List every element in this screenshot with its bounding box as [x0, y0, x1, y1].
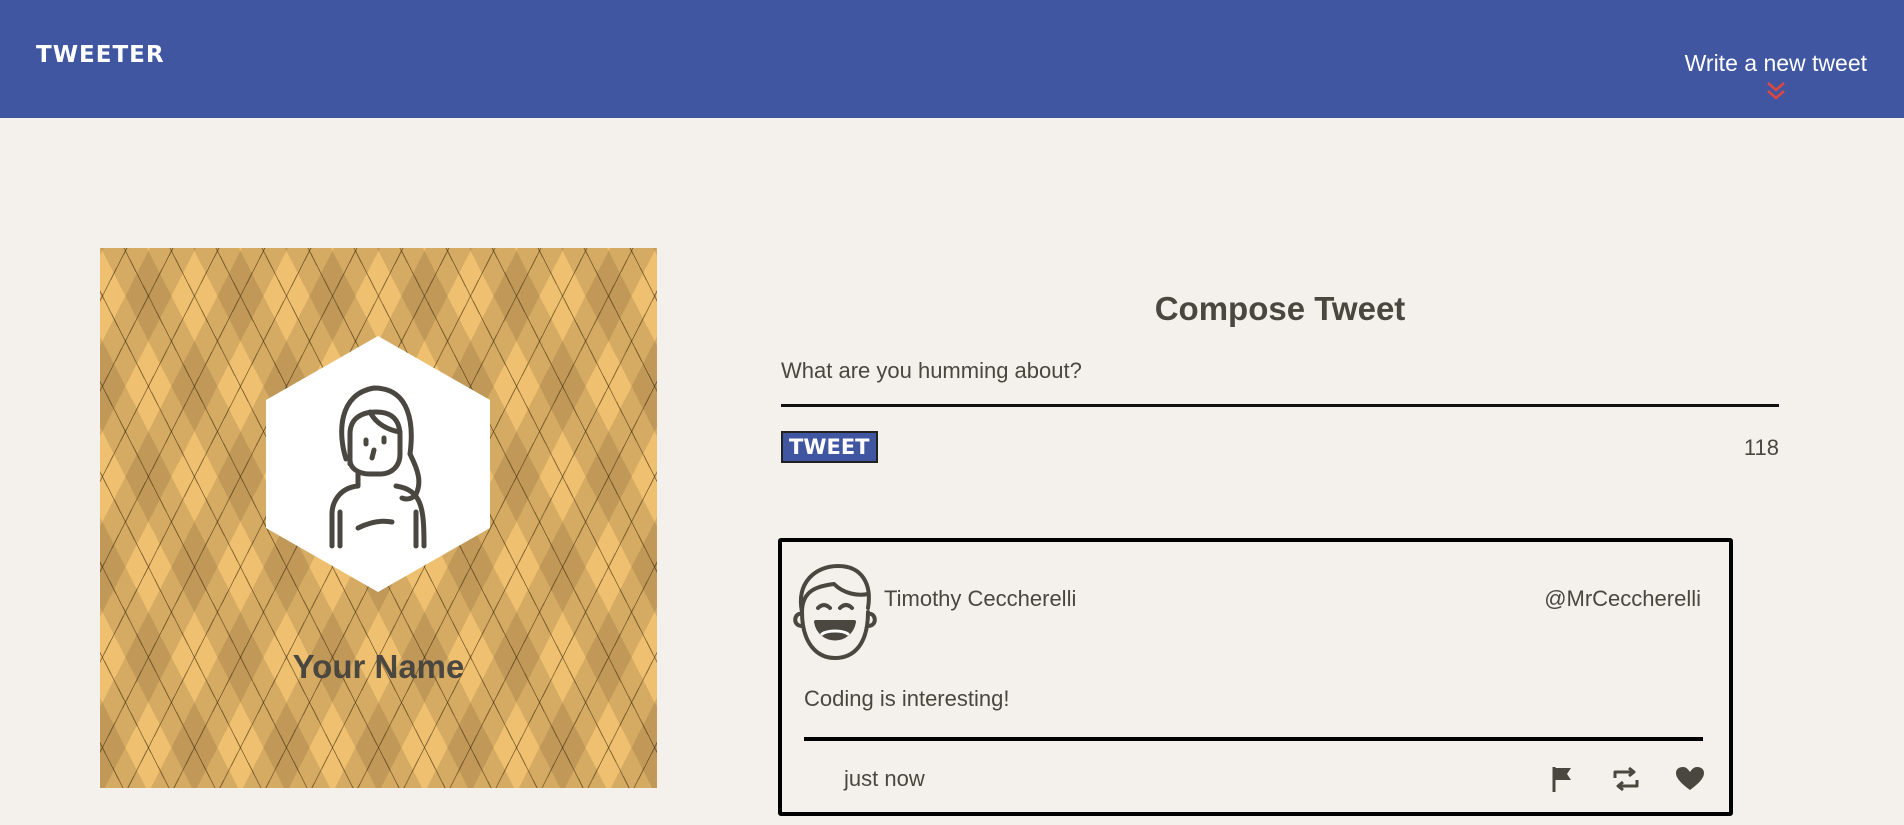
navbar: TWEETER Write a new tweet [0, 0, 1904, 118]
flag-icon[interactable] [1545, 764, 1579, 794]
tweet-handle[interactable]: @MrCeccherelli [1544, 586, 1701, 612]
heart-icon[interactable] [1673, 764, 1707, 794]
tweet-body: Coding is interesting! [804, 686, 1010, 711]
profile-avatar-hexagon [266, 336, 490, 592]
tweet-text-input[interactable] [781, 352, 1779, 407]
boy-avatar-icon [793, 564, 877, 660]
tweet-button[interactable]: TWEET [781, 431, 878, 463]
write-new-tweet-button[interactable]: Write a new tweet [1685, 50, 1867, 101]
tweet-divider [804, 737, 1703, 741]
retweet-icon[interactable] [1609, 764, 1643, 794]
tweet-author: Timothy Ceccherelli [884, 586, 1077, 611]
double-chevron-down-icon[interactable] [1765, 81, 1787, 101]
compose-actions: TWEET 118 [781, 427, 1779, 467]
compose-title: Compose Tweet [1154, 290, 1406, 327]
character-counter: 118 [1743, 435, 1779, 460]
write-new-tweet-label[interactable]: Write a new tweet [1685, 50, 1867, 77]
profile-name: Your Name [292, 648, 465, 685]
profile-card: Your Name [100, 248, 657, 788]
compose-section: Compose Tweet TWEET 118 [781, 280, 1779, 467]
logo[interactable]: TWEETER [36, 42, 165, 68]
tweet-card: Timothy Ceccherelli @MrCeccherelli Codin… [778, 538, 1733, 816]
tweet-timestamp: just now [844, 766, 925, 791]
tweet-actions [1545, 764, 1707, 794]
girl-avatar-icon [329, 385, 427, 549]
